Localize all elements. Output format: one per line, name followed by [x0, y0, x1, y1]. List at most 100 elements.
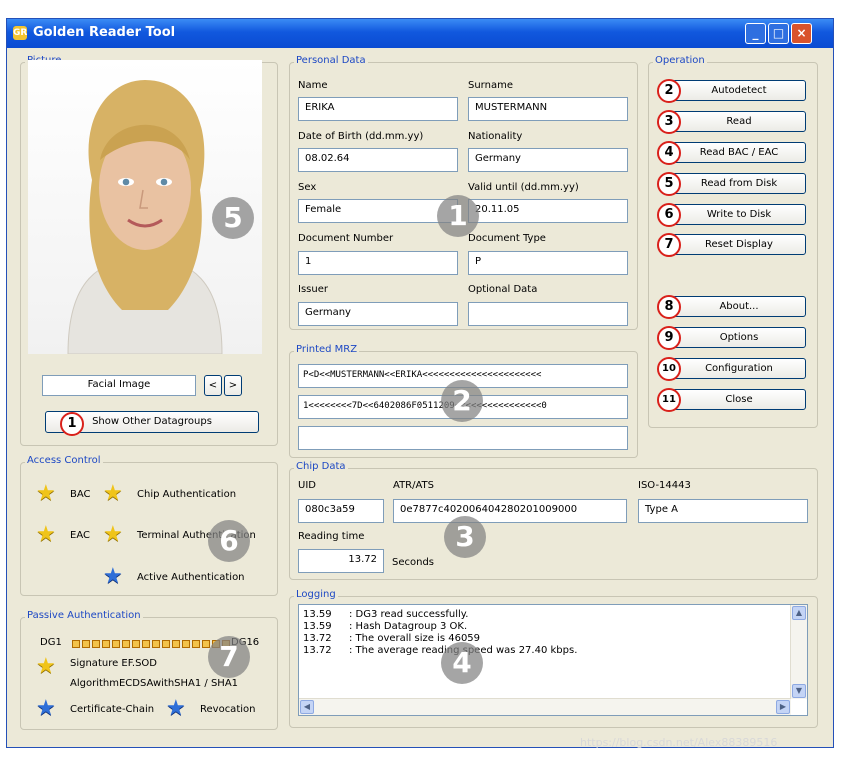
access-control-group-label: Access Control [25, 455, 103, 466]
log-panel[interactable]: 13.59: DG3 read successfully. 13.59: Hash… [298, 604, 808, 716]
scroll-down-button[interactable]: ▼ [792, 684, 806, 698]
issuer-field[interactable]: Germany [298, 302, 458, 326]
operation-button-autodetect[interactable]: Autodetect [672, 80, 806, 101]
maximize-button[interactable]: □ [768, 23, 789, 44]
callout-logging: 4 [441, 642, 483, 684]
watermark: https://blog.csdn.net/Alex88389516 [580, 736, 778, 749]
operation-button-about[interactable]: About... [672, 296, 806, 317]
callout-show-other: 1 [60, 412, 84, 436]
callout-passive-auth: 7 [208, 636, 250, 678]
mrz-group-label: Printed MRZ [294, 344, 360, 355]
revocation-star-icon: ★ [166, 696, 186, 721]
operation-button-close[interactable]: Close [672, 389, 806, 410]
reading-time-field[interactable]: 13.72 [298, 549, 384, 573]
datagroup-indicator [142, 640, 150, 648]
operation-button-configuration[interactable]: Configuration [672, 358, 806, 379]
revocation-label: Revocation [200, 704, 256, 715]
reading-time-label: Reading time [298, 531, 365, 542]
log-time: 13.59 [303, 609, 332, 620]
scroll-left-button[interactable]: ◀ [300, 700, 314, 714]
logging-group-label: Logging [294, 589, 338, 600]
datagroup-indicator [192, 640, 200, 648]
optional-data-field[interactable] [468, 302, 628, 326]
iso-field[interactable]: Type A [638, 499, 808, 523]
nationality-field[interactable]: Germany [468, 148, 628, 172]
document-type-field[interactable]: P [468, 251, 628, 275]
log-line: 13.59: DG3 read successfully. [303, 609, 468, 620]
valid-until-field[interactable]: 20.11.05 [468, 199, 628, 223]
callout-operation-5: 5 [657, 172, 681, 196]
window-title: Golden Reader Tool [33, 25, 176, 40]
name-field[interactable]: ERIKA [298, 97, 458, 121]
datagroup-indicator [112, 640, 120, 648]
next-image-button[interactable]: > [224, 375, 242, 396]
datagroup-indicator [152, 640, 160, 648]
chip-auth-star-icon: ★ [103, 481, 123, 506]
operation-button-reset-display[interactable]: Reset Display [672, 234, 806, 255]
previous-image-button[interactable]: < [204, 375, 222, 396]
datagroup-indicator [202, 640, 210, 648]
close-window-button[interactable]: × [791, 23, 812, 44]
eac-star-icon: ★ [36, 522, 56, 547]
operation-button-options[interactable]: Options [672, 327, 806, 348]
datagroup-indicator [72, 640, 80, 648]
log-line: 13.72: The overall size is 46059 [303, 633, 480, 644]
bac-label: BAC [70, 489, 91, 500]
uid-field[interactable]: 080c3a59 [298, 499, 384, 523]
callout-operation-10: 10 [657, 357, 681, 381]
callout-operation-6: 6 [657, 203, 681, 227]
log-time: 13.72 [303, 633, 332, 644]
scroll-right-button[interactable]: ▶ [776, 700, 790, 714]
callout-mrz: 2 [441, 380, 483, 422]
scroll-up-button[interactable]: ▲ [792, 606, 806, 620]
title-bar[interactable]: GR Golden Reader Tool _ □ × [7, 19, 833, 48]
vertical-scrollbar[interactable]: ▲ ▼ [790, 605, 807, 699]
operation-button-read-bac-eac[interactable]: Read BAC / EAC [672, 142, 806, 163]
surname-field[interactable]: MUSTERMANN [468, 97, 628, 121]
chip-auth-label: Chip Authentication [137, 489, 237, 500]
signature-star-icon: ★ [36, 654, 56, 679]
active-auth-label: Active Authentication [137, 572, 245, 583]
chip-data-group-label: Chip Data [294, 461, 348, 472]
eac-label: EAC [70, 530, 90, 541]
callout-operation-8: 8 [657, 295, 681, 319]
datagroup-indicator [92, 640, 100, 648]
callout-operation-9: 9 [657, 326, 681, 350]
horizontal-scrollbar[interactable]: ◀ ▶ [299, 698, 791, 715]
certificate-chain-label: Certificate-Chain [70, 704, 155, 715]
mrz-line-3[interactable] [298, 426, 628, 450]
surname-label: Surname [468, 80, 513, 91]
name-label: Name [298, 80, 328, 91]
callout-operation-2: 2 [657, 79, 681, 103]
operation-group-label: Operation [653, 55, 707, 66]
operation-button-read-from-disk[interactable]: Read from Disk [672, 173, 806, 194]
callout-operation-7: 7 [657, 233, 681, 257]
bac-star-icon: ★ [36, 481, 56, 506]
operation-button-read[interactable]: Read [672, 111, 806, 132]
dob-label: Date of Birth (dd.mm.yy) [298, 131, 424, 142]
active-auth-star-icon: ★ [103, 564, 123, 589]
signature-label: Signature EF.SOD [70, 658, 157, 669]
callout-access-control: 6 [208, 520, 250, 562]
dob-field[interactable]: 08.02.64 [298, 148, 458, 172]
log-line: 13.59: Hash Datagroup 3 OK. [303, 621, 467, 632]
operation-button-write-to-disk[interactable]: Write to Disk [672, 204, 806, 225]
sex-label: Sex [298, 182, 317, 193]
minimize-button[interactable]: _ [745, 23, 766, 44]
document-type-label: Document Type [468, 233, 546, 244]
log-time: 13.72 [303, 645, 332, 656]
sex-field[interactable]: Female [298, 199, 458, 223]
image-label-field: Facial Image [42, 375, 196, 396]
log-message: : Hash Datagroup 3 OK. [349, 621, 468, 632]
datagroup-indicator [162, 640, 170, 648]
document-number-field[interactable]: 1 [298, 251, 458, 275]
document-number-label: Document Number [298, 233, 394, 244]
callout-operation-4: 4 [657, 141, 681, 165]
algorithm-label: AlgorithmECDSAwithSHA1 / SHA1 [70, 678, 239, 689]
optional-data-label: Optional Data [468, 284, 538, 295]
uid-label: UID [298, 480, 316, 491]
terminal-auth-star-icon: ★ [103, 522, 123, 547]
datagroup-indicator [82, 640, 90, 648]
atr-field[interactable]: 0e7877c402006404280201009000 [393, 499, 627, 523]
datagroup-indicator [182, 640, 190, 648]
